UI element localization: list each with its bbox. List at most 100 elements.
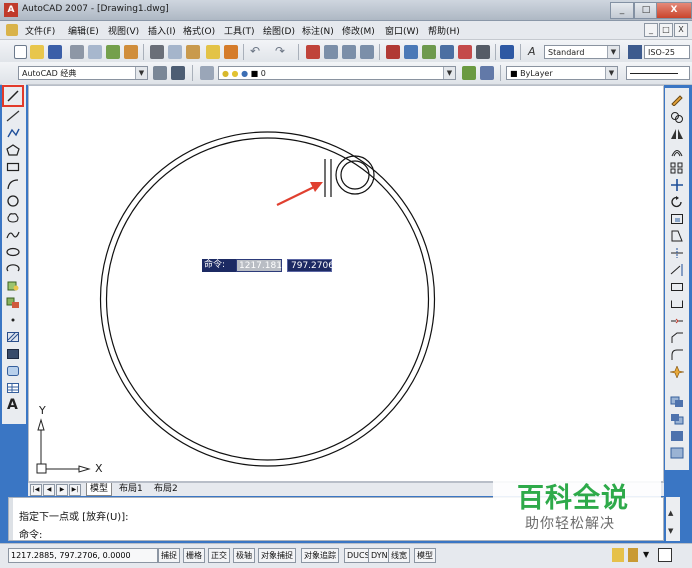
doc-close-button[interactable]: X (674, 23, 688, 37)
table-icon[interactable] (6, 382, 20, 394)
mirror-icon[interactable] (670, 128, 684, 140)
tool-palettes-icon[interactable] (422, 45, 436, 59)
command-line-grip[interactable] (9, 498, 13, 540)
chevron-down-icon[interactable]: ▼ (135, 67, 147, 79)
draw-order-icon-2[interactable] (670, 413, 684, 425)
menu-draw[interactable]: 绘图(D) (263, 24, 295, 37)
scroll-down-icon[interactable]: ▼ (668, 527, 673, 535)
close-button[interactable]: X (656, 2, 692, 19)
minimize-button[interactable]: _ (610, 2, 634, 19)
autocad-logo-icon[interactable]: A (4, 3, 18, 17)
drawing-canvas[interactable]: Y X (28, 85, 664, 482)
draw-order-icon-4[interactable] (670, 447, 684, 459)
color-select[interactable]: ■ ByLayer ▼ (506, 66, 618, 80)
3d-dwf-icon[interactable] (124, 45, 138, 59)
tab-model[interactable]: 模型 (86, 483, 113, 496)
save-icon[interactable] (48, 45, 62, 59)
menu-tools[interactable]: 工具(T) (224, 24, 255, 37)
dynamic-input-y-field[interactable]: 797.2706 (287, 259, 334, 272)
menu-edit[interactable]: 编辑(E) (68, 24, 99, 37)
pan-realtime-icon[interactable] (306, 45, 320, 59)
make-object-layer-current-icon[interactable] (462, 66, 476, 80)
lineweight-toggle[interactable]: 线宽 (388, 548, 410, 563)
polygon-icon[interactable] (6, 144, 20, 156)
menu-dimension[interactable]: 标注(N) (302, 24, 334, 37)
menu-window[interactable]: 窗口(W) (385, 24, 419, 37)
circle-icon[interactable] (6, 195, 20, 207)
offset-icon[interactable] (670, 145, 684, 157)
doc-minimize-button[interactable]: _ (644, 23, 658, 37)
calculator-icon[interactable] (476, 45, 490, 59)
menu-insert[interactable]: 插入(I) (148, 24, 176, 37)
zoom-realtime-icon[interactable] (324, 45, 338, 59)
multiline-text-icon[interactable]: A (7, 397, 18, 413)
dim-style-select[interactable]: ISO-25 (644, 45, 690, 59)
ortho-toggle[interactable]: 正交 (208, 548, 230, 563)
dynamic-input-x-field[interactable]: 1217.1818 (236, 259, 288, 272)
draw-order-icon-3[interactable] (670, 430, 684, 442)
markup-icon[interactable] (458, 45, 472, 59)
text-style-select[interactable]: Standard ▼ (544, 45, 620, 59)
copy-icon[interactable] (670, 111, 684, 123)
osnap-toggle[interactable]: 对象捕捉 (258, 548, 296, 563)
fillet-icon[interactable] (670, 349, 684, 361)
zoom-window-icon[interactable] (342, 45, 356, 59)
workspace-save-icon[interactable] (171, 66, 185, 80)
join-icon[interactable] (670, 315, 684, 327)
block-editor-icon[interactable] (224, 45, 238, 59)
lock-icon[interactable] (628, 548, 638, 562)
properties-icon[interactable] (386, 45, 400, 59)
point-icon[interactable] (6, 314, 20, 326)
zoom-previous-icon[interactable] (360, 45, 374, 59)
rotate-icon[interactable] (670, 196, 684, 208)
redo-icon[interactable]: ↷ (275, 44, 285, 58)
help-icon[interactable] (500, 45, 514, 59)
layer-manager-icon[interactable] (200, 66, 214, 80)
menu-view[interactable]: 视图(V) (108, 24, 139, 37)
new-file-icon[interactable] (14, 45, 27, 59)
first-tab-button[interactable]: |◀ (30, 484, 42, 496)
line-icon[interactable] (6, 90, 20, 102)
rectangle-icon[interactable] (6, 161, 20, 173)
layer-select[interactable]: ● ● ● ■ 0 ▼ (218, 66, 456, 80)
chevron-down-icon[interactable]: ▼ (643, 550, 649, 559)
publish-icon[interactable] (106, 45, 120, 59)
cut-icon[interactable] (150, 45, 164, 59)
prev-tab-button[interactable]: ◀ (43, 484, 55, 496)
maximize-button[interactable]: □ (634, 2, 658, 19)
draw-order-icon-1[interactable] (670, 396, 684, 408)
insert-block-icon[interactable] (6, 280, 20, 292)
erase-icon[interactable] (670, 94, 684, 106)
print-icon[interactable] (70, 45, 84, 59)
menu-modify[interactable]: 修改(M) (342, 24, 375, 37)
trim-icon[interactable] (670, 247, 684, 259)
menu-file[interactable]: 文件(F) (25, 24, 55, 37)
command-prompt[interactable]: 命令: (19, 526, 42, 541)
extend-icon[interactable] (670, 264, 684, 276)
chevron-down-icon[interactable]: ▼ (443, 67, 455, 79)
match-properties-icon[interactable] (206, 45, 220, 59)
ellipse-icon[interactable] (6, 246, 20, 258)
arc-icon[interactable] (6, 178, 20, 190)
grid-toggle[interactable]: 栅格 (183, 548, 205, 563)
chevron-down-icon[interactable]: ▼ (605, 67, 617, 79)
model-space-toggle[interactable]: 模型 (414, 548, 436, 563)
drawing-svg[interactable] (29, 86, 663, 481)
scroll-up-icon[interactable]: ▲ (668, 509, 673, 517)
design-center-icon[interactable] (404, 45, 418, 59)
command-line-scrollbar[interactable]: ▲ ▼ (666, 497, 680, 541)
workspace-select[interactable]: AutoCAD 经典 ▼ (18, 66, 148, 80)
polar-toggle[interactable]: 极轴 (233, 548, 255, 563)
outer-circle[interactable] (99, 131, 436, 467)
last-tab-button[interactable]: ▶| (69, 484, 81, 496)
make-block-icon[interactable] (6, 297, 20, 309)
plot-preview-icon[interactable] (88, 45, 102, 59)
sheet-set-icon[interactable] (440, 45, 454, 59)
polyline-icon[interactable] (6, 127, 20, 139)
chevron-down-icon[interactable]: ▼ (607, 46, 619, 58)
stretch-icon[interactable] (670, 230, 684, 242)
break-icon[interactable] (670, 298, 684, 310)
gradient-icon[interactable] (6, 348, 20, 360)
menu-help[interactable]: 帮助(H) (428, 24, 460, 37)
menu-format[interactable]: 格式(O) (183, 24, 215, 37)
